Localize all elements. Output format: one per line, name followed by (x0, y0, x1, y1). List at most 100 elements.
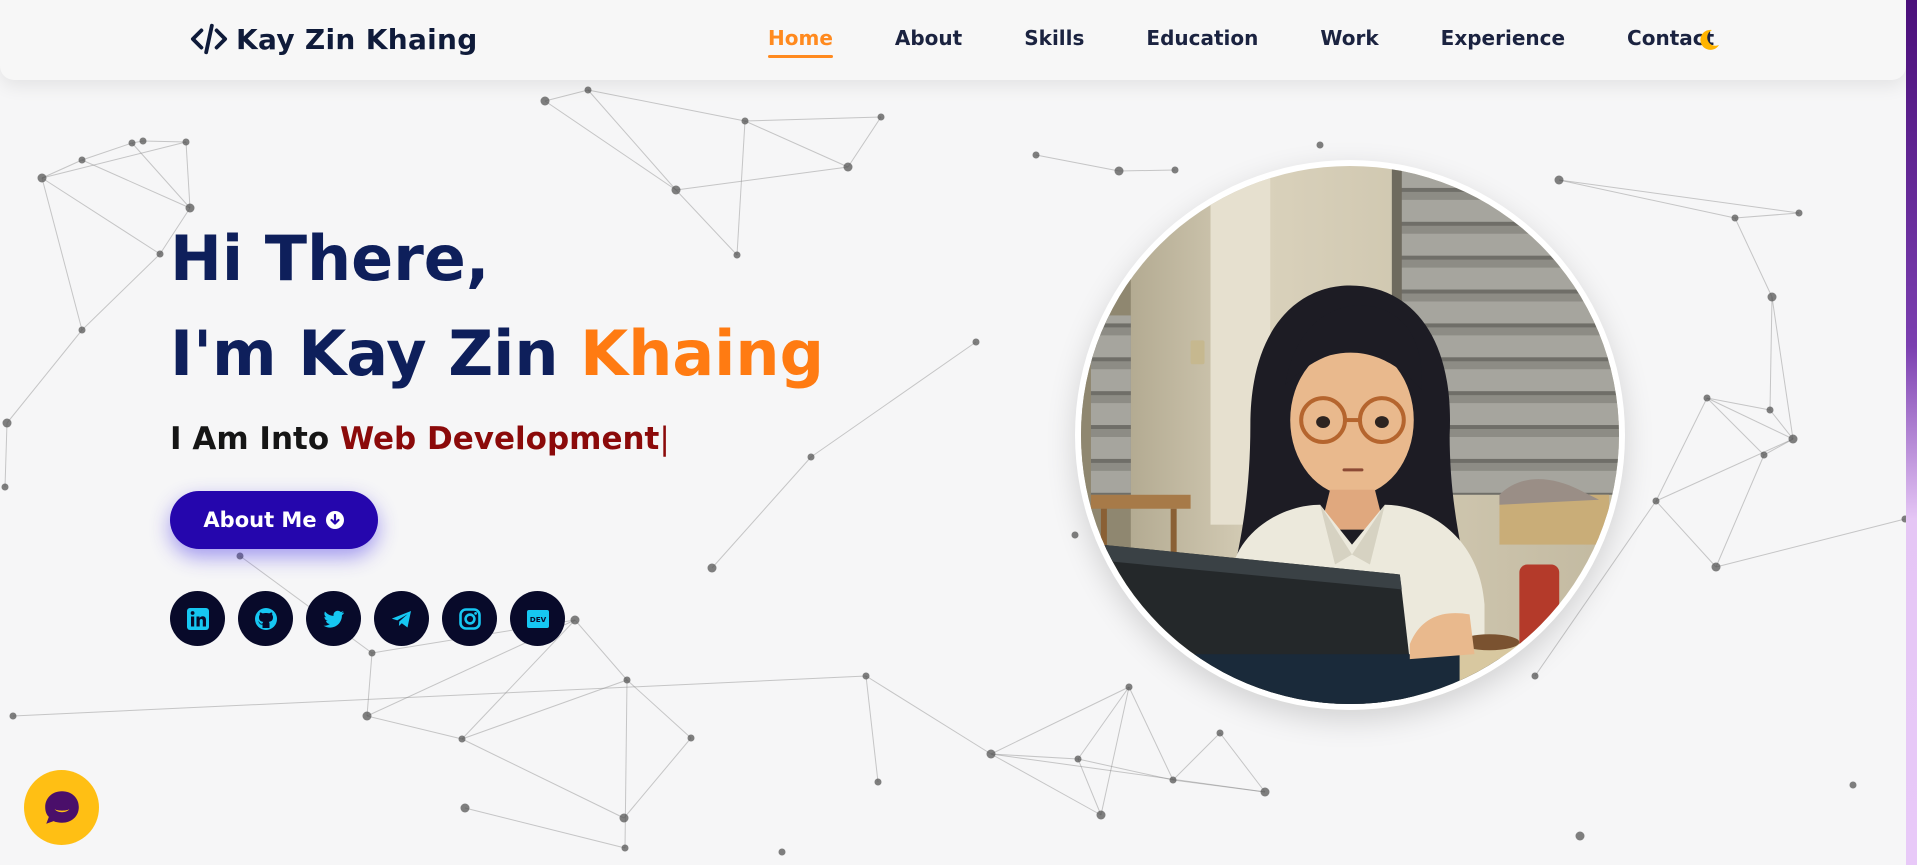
network-line (1769, 296, 1773, 411)
network-line (1706, 397, 1765, 456)
network-line (41, 177, 83, 331)
network-node (671, 185, 681, 195)
main-nav: Home About Skills Education Work Experie… (768, 26, 1776, 58)
network-node (362, 711, 372, 721)
network-line (1128, 686, 1174, 781)
network-line (1035, 154, 1120, 172)
network-line (1715, 518, 1906, 568)
network-node (1316, 141, 1324, 149)
network-line (461, 738, 625, 819)
network-line (81, 159, 191, 209)
network-node (1171, 166, 1179, 174)
network-line (990, 753, 1102, 816)
network-line (711, 456, 812, 569)
network-line (1655, 397, 1708, 502)
name-heading: I'm Kay Zin Khaing (170, 323, 824, 385)
network-line (1172, 732, 1221, 781)
logo-link[interactable]: Kay Zin Khaing (190, 20, 478, 58)
network-node (972, 338, 980, 346)
network-node (874, 778, 882, 786)
network-line (990, 753, 1079, 760)
network-node (1731, 214, 1739, 222)
network-node (807, 453, 815, 461)
moon-icon[interactable] (1696, 27, 1722, 53)
network-line (1771, 296, 1794, 440)
network-line (623, 737, 692, 819)
network-line (1734, 217, 1773, 298)
network-node (1216, 729, 1224, 737)
network-line (81, 253, 161, 331)
network-node (1260, 787, 1270, 797)
network-line (810, 341, 977, 458)
network-line (544, 89, 589, 102)
twitter-icon[interactable] (306, 591, 361, 646)
network-node (1849, 781, 1857, 789)
network-line (626, 679, 692, 739)
network-node (862, 672, 870, 680)
network-line (1655, 500, 1717, 568)
chat-widget-button[interactable] (24, 770, 99, 845)
arrow-circle-down-icon (325, 510, 345, 530)
network-line (366, 652, 373, 717)
network-node (540, 96, 550, 106)
nav-education[interactable]: Education (1146, 26, 1258, 50)
network-node (986, 749, 996, 759)
network-line (624, 679, 628, 849)
network-line (1706, 397, 1794, 440)
network-node (1575, 831, 1585, 841)
network-node (623, 676, 631, 684)
chat-icon (44, 790, 79, 824)
network-line (990, 753, 1266, 793)
nav-work[interactable]: Work (1320, 26, 1378, 50)
github-icon[interactable] (238, 591, 293, 646)
network-line (1715, 454, 1765, 568)
network-node (1760, 451, 1768, 459)
network-node (2, 418, 12, 428)
network-line (41, 177, 161, 255)
network-node (1, 483, 9, 491)
linkedin-icon[interactable] (170, 591, 225, 646)
name-prefix: I'm Kay Zin (170, 317, 581, 390)
about-me-label: About Me (203, 508, 317, 532)
nav-experience[interactable]: Experience (1441, 26, 1565, 50)
network-line (744, 116, 882, 122)
about-me-button[interactable]: About Me (170, 491, 378, 549)
network-line (4, 422, 8, 488)
network-node (584, 86, 592, 94)
network-node (458, 735, 466, 743)
network-line (464, 807, 626, 849)
network-line (366, 715, 463, 740)
name-accent: Khaing (580, 317, 824, 390)
typed-prefix: I Am Into (170, 421, 340, 457)
network-line (6, 329, 83, 424)
network-line (1734, 212, 1800, 219)
nav-home[interactable]: Home (768, 26, 833, 58)
typed-cursor: | (659, 421, 670, 457)
network-line (574, 619, 628, 681)
dev-icon-text: DEV (529, 615, 546, 624)
network-line (1118, 169, 1176, 172)
dev-icon[interactable]: DEV (510, 591, 565, 646)
network-node (619, 813, 629, 823)
network-node (78, 156, 86, 164)
network-node (877, 113, 885, 121)
network-node (1071, 531, 1079, 539)
greeting-text: Hi There, (170, 222, 490, 295)
telegram-icon[interactable] (374, 591, 429, 646)
network-node (139, 137, 147, 145)
profile-picture (1075, 160, 1625, 710)
instagram-icon[interactable] (442, 591, 497, 646)
network-node (1795, 209, 1803, 217)
network-node (368, 649, 376, 657)
nav-skills[interactable]: Skills (1024, 26, 1084, 50)
hero-heading: Hi There, I'm Kay Zin Khaing (170, 228, 824, 385)
network-node (460, 803, 470, 813)
network-line (41, 141, 187, 179)
network-node (778, 848, 786, 856)
network-line (1558, 179, 1736, 219)
network-node (37, 173, 47, 183)
network-line (675, 166, 849, 191)
nav-about[interactable]: About (895, 26, 962, 50)
network-node (1703, 394, 1711, 402)
page-scrollbar[interactable] (1906, 0, 1917, 865)
